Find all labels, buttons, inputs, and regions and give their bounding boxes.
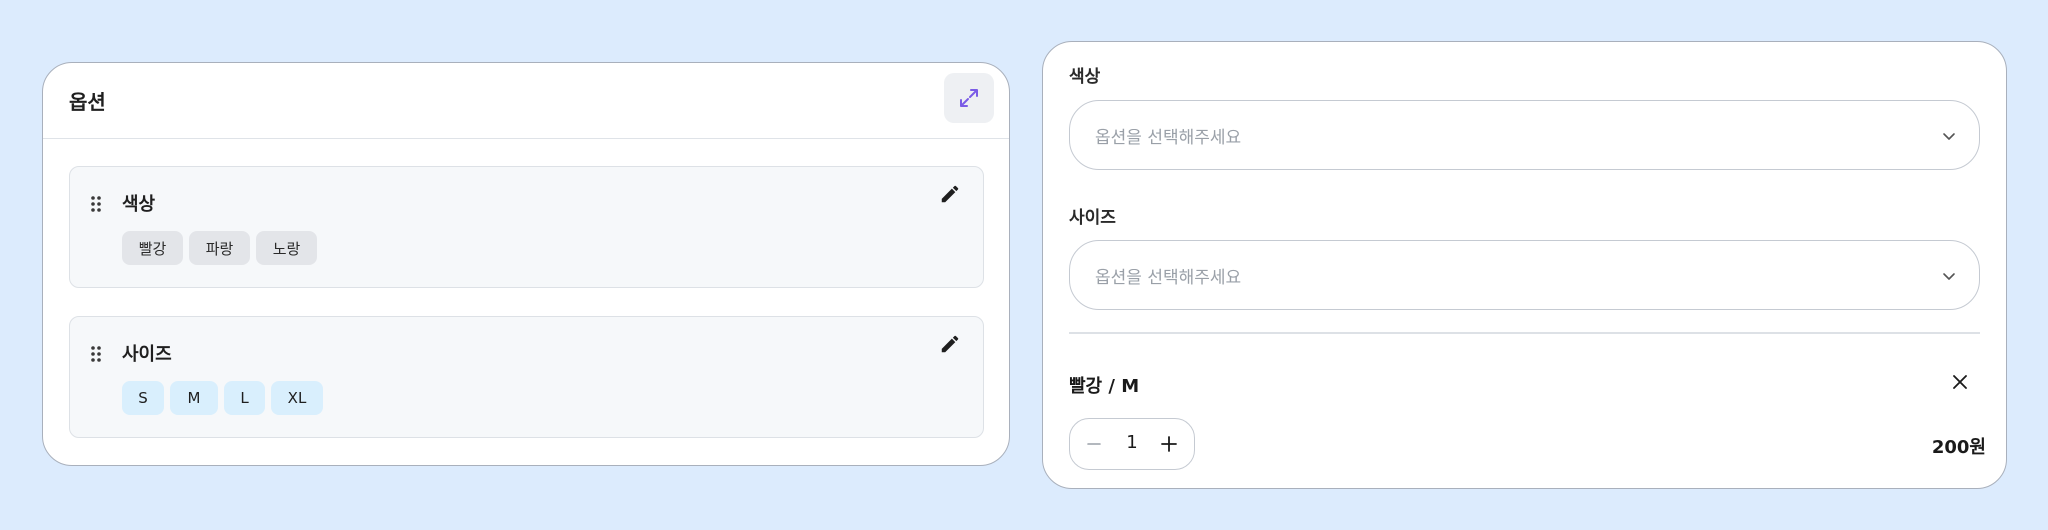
- option-group-name: 색상: [122, 194, 156, 215]
- select-placeholder: 옵션을 선택해주세요: [1095, 268, 1242, 288]
- option-value-chip: L: [224, 381, 265, 415]
- quantity-stepper: 1: [1069, 418, 1195, 470]
- select-placeholder: 옵션을 선택해주세요: [1095, 128, 1242, 148]
- option-panel: 옵션 색상 빨강 파랑 노랑 사이즈 S M L XL: [42, 62, 1010, 466]
- color-field-label: 색상: [1069, 67, 1101, 87]
- option-select-preview: 색상 옵션을 선택해주세요 사이즈 옵션을 선택해주세요 빨강 / M 1 20…: [1042, 41, 2007, 489]
- drag-handle-icon[interactable]: [90, 345, 102, 363]
- option-value-chip: S: [122, 381, 164, 415]
- item-price: 200원: [1931, 437, 1986, 458]
- drag-handle-icon[interactable]: [90, 195, 102, 213]
- option-value-chip: 빨강: [122, 231, 183, 265]
- pencil-icon[interactable]: [939, 333, 961, 355]
- option-group-color: 색상 빨강 파랑 노랑: [69, 166, 984, 288]
- option-panel-header: 옵션: [43, 63, 1009, 139]
- option-group-name: 사이즈: [122, 344, 172, 365]
- option-value-list: 빨강 파랑 노랑: [122, 231, 317, 265]
- option-value-chip: M: [170, 381, 218, 415]
- selected-option-name: 빨강 / M: [1069, 376, 1140, 397]
- color-select[interactable]: 옵션을 선택해주세요: [1069, 100, 1980, 170]
- size-select[interactable]: 옵션을 선택해주세요: [1069, 240, 1980, 310]
- chevron-down-icon: [1943, 133, 1955, 140]
- size-field-label: 사이즈: [1069, 208, 1116, 228]
- pencil-icon[interactable]: [939, 183, 961, 205]
- plus-icon[interactable]: [1160, 435, 1178, 453]
- option-value-list: S M L XL: [122, 381, 323, 415]
- expand-arrows-icon: [960, 89, 978, 107]
- option-group-size: 사이즈 S M L XL: [69, 316, 984, 438]
- option-value-chip: XL: [271, 381, 323, 415]
- chevron-down-icon: [1943, 273, 1955, 280]
- divider: [1069, 332, 1980, 334]
- expand-button[interactable]: [944, 73, 994, 123]
- option-panel-title: 옵션: [69, 90, 106, 114]
- option-value-chip: 노랑: [256, 231, 317, 265]
- option-value-chip: 파랑: [189, 231, 250, 265]
- close-icon[interactable]: [1950, 372, 1970, 392]
